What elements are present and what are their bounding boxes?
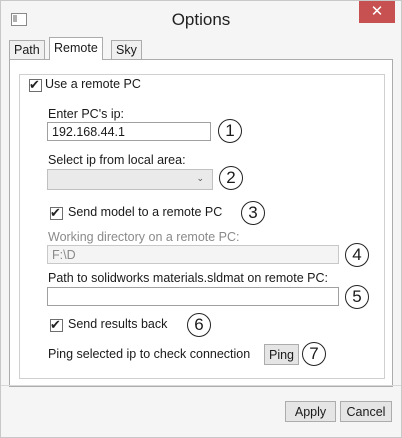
ip-select[interactable]: ⌄ [47, 169, 213, 190]
close-icon: ✕ [370, 3, 384, 20]
send-results-checkbox[interactable] [50, 317, 63, 333]
annotation-6: 6 [187, 313, 211, 337]
cancel-button[interactable]: Cancel [340, 401, 392, 422]
annotation-2: 2 [219, 166, 243, 190]
annotation-1: 1 [218, 119, 242, 143]
ping-button[interactable]: Ping [264, 344, 299, 365]
tab-remote[interactable]: Remote [49, 37, 103, 60]
ip-input[interactable]: 192.168.44.1 [47, 122, 211, 141]
title-bar: Options ✕ [1, 1, 401, 37]
send-model-checkbox[interactable] [50, 205, 63, 221]
send-results-label: Send results back [68, 317, 168, 331]
use-remote-label: Use a remote PC [45, 77, 141, 91]
chevron-down-icon: ⌄ [196, 173, 204, 183]
ping-label: Ping selected ip to check connection [48, 347, 251, 361]
options-window: Options ✕ Path Remote Sky Use a remote P… [0, 0, 402, 438]
tab-sky[interactable]: Sky [111, 40, 142, 59]
workdir-label: Working directory on a remote PC: [48, 230, 240, 244]
close-button[interactable]: ✕ [359, 1, 395, 23]
use-remote-checkbox[interactable] [29, 77, 42, 93]
ip-label: Enter PC's ip: [48, 107, 125, 121]
apply-button[interactable]: Apply [285, 401, 336, 422]
send-model-label: Send model to a remote PC [68, 205, 223, 219]
workdir-input[interactable]: F:\D [47, 245, 339, 264]
annotation-5: 5 [345, 285, 369, 309]
select-ip-label: Select ip from local area: [48, 153, 186, 167]
window-title: Options [171, 10, 231, 29]
annotation-3: 3 [241, 201, 265, 225]
footer-separator [1, 385, 401, 386]
materials-input[interactable] [47, 287, 339, 306]
tab-path[interactable]: Path [9, 40, 45, 59]
annotation-7: 7 [302, 342, 326, 366]
materials-label: Path to solidworks materials.sldmat on r… [48, 271, 328, 285]
annotation-4: 4 [345, 243, 369, 267]
